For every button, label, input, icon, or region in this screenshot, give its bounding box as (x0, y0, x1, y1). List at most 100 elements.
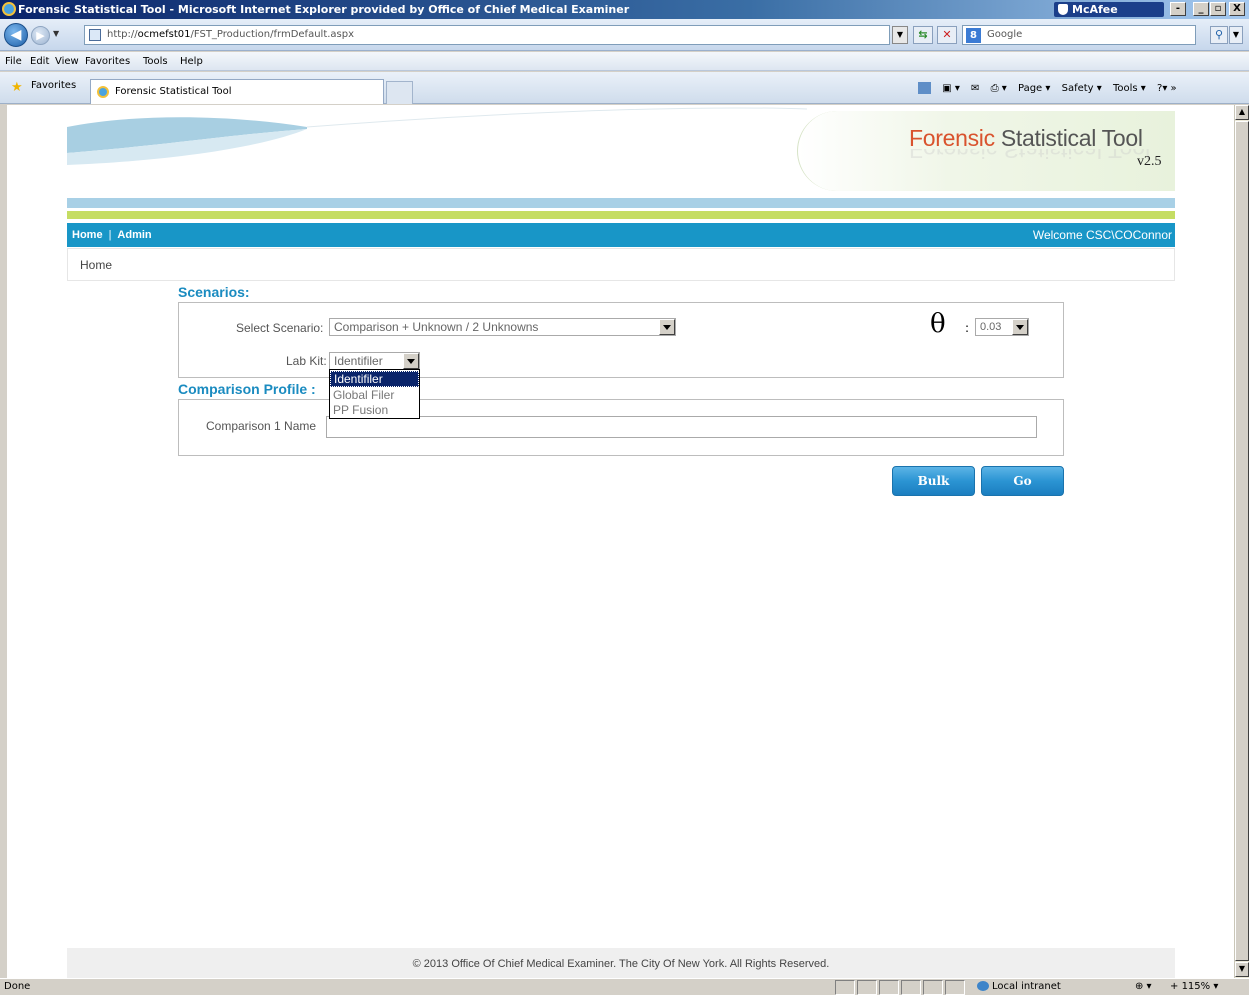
logo-reflection-first: Forensic (909, 149, 998, 163)
print-icon[interactable]: ⎙ ▾ (991, 83, 1007, 94)
scenario-dropdown-icon[interactable] (659, 319, 675, 335)
zoom-level: 115% (1181, 981, 1211, 992)
security-zone[interactable]: Local intranet (977, 979, 1061, 995)
security-zone-label: Local intranet (992, 981, 1061, 992)
theta-select[interactable]: 0.03 (975, 318, 1029, 336)
lab-kit-label: Lab Kit: (286, 354, 327, 368)
theta-symbol: θ (930, 309, 946, 339)
url-path: /FST_Production/frmDefault.aspx (190, 29, 355, 40)
mcafee-shield-icon (1058, 4, 1068, 15)
logo-word-forensic: Forensic (909, 125, 995, 151)
protected-mode-icon[interactable]: ⊕ ▾ (1135, 979, 1152, 995)
lab-kit-option-global-filer[interactable]: Global Filer (330, 387, 419, 403)
new-tab-button[interactable] (386, 81, 413, 104)
logo-reflection: Forensic Statistical Tool (909, 149, 1150, 163)
theta-select-value: 0.03 (980, 321, 1002, 333)
lab-kit-select[interactable]: Identifiler (329, 352, 420, 370)
comparison-1-name-input[interactable] (326, 416, 1037, 438)
window-title: Forensic Statistical Tool - Microsoft In… (18, 3, 630, 16)
command-bar: ▣ ▾ ✉ ⎙ ▾ Page ▾ Safety ▾ Tools ▾ ?▾ » (918, 81, 1185, 97)
favorites-star-icon[interactable]: ★ (11, 81, 23, 94)
menu-file[interactable]: File (5, 52, 22, 71)
safety-menu[interactable]: Safety ▾ (1062, 83, 1102, 94)
status-cell (923, 980, 943, 995)
nav-home-link[interactable]: Home (72, 229, 103, 241)
lab-kit-option-identifiler[interactable]: Identifiler (330, 371, 419, 387)
lab-kit-dropdown-icon[interactable] (403, 353, 419, 369)
search-input[interactable]: 8 Google (962, 25, 1196, 45)
page-icon (89, 29, 101, 41)
search-options-icon[interactable]: ▼ (1229, 26, 1243, 44)
refresh-button[interactable]: ⇆ (913, 26, 933, 44)
menu-view[interactable]: View (55, 52, 79, 71)
comparison-1-name-label: Comparison 1 Name (206, 419, 317, 433)
menu-edit[interactable]: Edit (30, 52, 49, 71)
address-input[interactable]: http://ocmefst01/FST_Production/frmDefau… (84, 25, 890, 45)
scroll-down-icon[interactable]: ▼ (1235, 962, 1249, 977)
search-placeholder: Google (987, 29, 1023, 40)
url-prefix: http:// (107, 29, 138, 40)
menu-favorites[interactable]: Favorites (85, 52, 130, 71)
theta-dropdown-icon[interactable] (1012, 319, 1028, 335)
app-page: Forensic Statistical Tool Forensic Stati… (67, 105, 1175, 978)
mcafee-label: McAfee (1072, 3, 1118, 16)
go-button[interactable]: Go (981, 466, 1064, 496)
header-band-green (67, 211, 1175, 219)
lab-kit-option-pp-fusion[interactable]: PP Fusion (330, 402, 419, 418)
breadcrumb: Home (67, 248, 1175, 281)
close-button[interactable]: X (1229, 2, 1245, 16)
scroll-up-icon[interactable]: ▲ (1235, 105, 1249, 120)
forward-button[interactable]: ▶ (31, 26, 50, 45)
page-viewport: Forensic Statistical Tool Forensic Stati… (7, 105, 1234, 978)
logo-reflection-rest: Statistical Tool (997, 149, 1151, 163)
feeds-icon[interactable]: ▣ ▾ (942, 83, 960, 94)
vertical-scrollbar[interactable]: ▲ ▼ (1234, 105, 1249, 978)
nav-separator: | (108, 229, 112, 241)
ie-tab-icon (97, 86, 109, 98)
maximize-button[interactable]: ▫ (1210, 2, 1226, 16)
app-logo-title: Forensic Statistical Tool (909, 125, 1143, 151)
scenarios-panel: Select Scenario: Comparison + Unknown / … (178, 302, 1064, 378)
status-cell (835, 980, 855, 995)
history-dropdown-icon[interactable]: ▼ (53, 29, 59, 38)
menu-tools[interactable]: Tools (143, 52, 168, 71)
menu-help[interactable]: Help (180, 52, 203, 71)
mcafee-badge[interactable]: McAfee (1054, 2, 1164, 17)
welcome-text: Welcome CSC\COConnor (1032, 228, 1172, 242)
main-content: Scenarios: Select Scenario: Comparison +… (67, 282, 1175, 948)
home-icon[interactable] (918, 82, 931, 94)
nav-links: Home | Admin (72, 223, 152, 247)
copyright-text: © 2013 Office Of Chief Medical Examiner.… (412, 958, 830, 970)
search-engine-icon: 8 (966, 28, 981, 43)
dropdown-window-button[interactable]: - (1170, 2, 1186, 16)
scroll-thumb[interactable] (1235, 121, 1249, 961)
page-footer: © 2013 Office Of Chief Medical Examiner.… (67, 948, 1175, 978)
scenario-select-value: Comparison + Unknown / 2 Unknowns (334, 320, 539, 334)
tab-label: Forensic Statistical Tool (115, 86, 232, 97)
address-dropdown-icon[interactable]: ▼ (892, 26, 908, 44)
intranet-icon (977, 981, 989, 991)
zoom-control[interactable]: + 115% ▾ (1170, 979, 1218, 995)
tools-menu[interactable]: Tools ▾ (1113, 83, 1146, 94)
bulk-button[interactable]: Bulk (892, 466, 975, 496)
minimize-button[interactable]: _ (1193, 2, 1209, 16)
stop-button[interactable]: ✕ (937, 26, 957, 44)
app-nav-bar: Home | Admin Welcome CSC\COConnor (67, 223, 1175, 247)
scenario-select[interactable]: Comparison + Unknown / 2 Unknowns (329, 318, 676, 336)
tab-forensic-statistical-tool[interactable]: Forensic Statistical Tool (90, 79, 384, 104)
back-button[interactable]: ◀ (4, 23, 28, 47)
nav-admin-link[interactable]: Admin (117, 229, 151, 241)
logo-word-rest: Statistical Tool (994, 125, 1143, 151)
lab-kit-options-list: Identifiler Global Filer PP Fusion (329, 369, 420, 419)
search-icon[interactable]: ⚲ (1210, 26, 1228, 44)
mail-icon[interactable]: ✉ (971, 83, 979, 94)
help-icon[interactable]: ?▾ » (1157, 83, 1177, 94)
favorites-bar: ★ Favorites Forensic Statistical Tool ▣ … (0, 72, 1249, 104)
comparison-profile-heading: Comparison Profile : (178, 381, 316, 397)
status-cell (945, 980, 965, 995)
menu-bar: File Edit View Favorites Tools Help (0, 52, 1249, 71)
favorites-button[interactable]: Favorites (31, 80, 76, 91)
comparison-panel: Comparison 1 Name (178, 399, 1064, 456)
page-menu[interactable]: Page ▾ (1018, 83, 1050, 94)
header-band-blue (67, 198, 1175, 208)
